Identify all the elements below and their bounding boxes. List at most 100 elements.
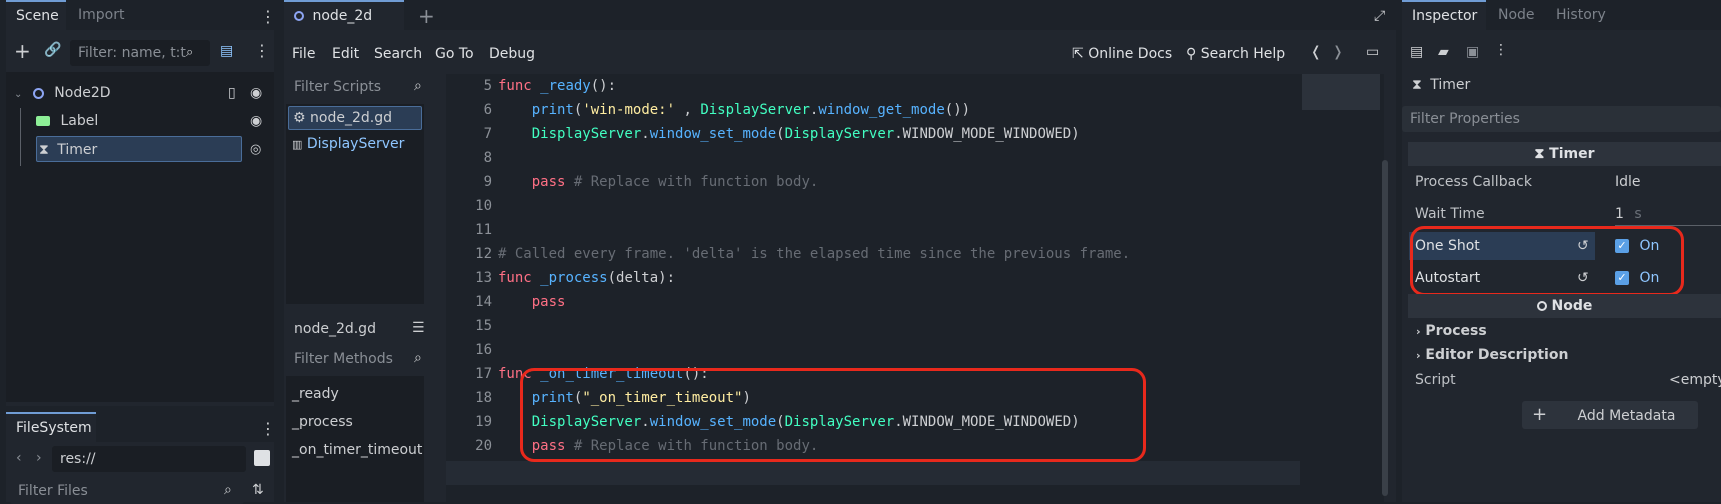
save-icon[interactable]: ▣: [1466, 44, 1479, 60]
history-back-icon[interactable]: ❬: [1310, 44, 1322, 60]
filesystem-menu-icon[interactable]: ⋮: [260, 421, 276, 437]
code-token: func: [498, 78, 532, 94]
search-help-button[interactable]: ⚲ Search Help: [1186, 46, 1285, 62]
tree-item-label: Label: [60, 113, 99, 129]
script-icon[interactable]: ▯: [228, 80, 236, 106]
tab-import[interactable]: Import: [68, 0, 134, 30]
chevron-down-icon[interactable]: ⌄: [14, 89, 22, 100]
tree-item-label: Node2D: [54, 85, 111, 101]
add-metadata-button[interactable]: + Add Metadata: [1522, 401, 1698, 429]
code-line[interactable]: 14 pass: [446, 290, 1384, 314]
signal-icon[interactable]: ◎: [250, 142, 261, 157]
menu-edit[interactable]: Edit: [332, 46, 359, 62]
online-docs-button[interactable]: ⇱ Online Docs: [1072, 46, 1172, 62]
more-options-icon[interactable]: ⋮: [1494, 42, 1508, 58]
menu-debug[interactable]: Debug: [489, 46, 535, 62]
section-node-header[interactable]: Node: [1408, 294, 1721, 318]
split-mode-icon[interactable]: [254, 450, 270, 466]
code-line[interactable]: 6 print('win-mode:' , DisplayServer.wind…: [446, 98, 1384, 122]
code-scrollbar[interactable]: [1382, 160, 1388, 496]
group-label: Process: [1425, 323, 1487, 339]
method-item-ready[interactable]: _ready: [292, 382, 339, 406]
filter-properties-input[interactable]: Filter Properties: [1402, 106, 1721, 132]
back-arrow-icon[interactable]: ‹: [16, 450, 22, 466]
group-editor-description[interactable]: › Editor Description: [1416, 344, 1568, 367]
line-number: 8: [483, 150, 492, 166]
search-icon: ⌕: [414, 350, 422, 366]
minimap[interactable]: [1302, 74, 1380, 110]
add-script-icon[interactable]: ▤: [220, 44, 233, 58]
wait-time-input[interactable]: 1 s: [1615, 200, 1721, 228]
tab-filesystem[interactable]: FileSystem: [6, 412, 96, 442]
tree-item-label-node[interactable]: Label ◉: [36, 108, 288, 134]
prop-wait-time: Wait Time 1 s: [1407, 200, 1721, 228]
object-bar[interactable]: ⧗ Timer: [1406, 72, 1721, 98]
tree-item-timer[interactable]: ⧗ Timer: [36, 136, 242, 162]
section-timer-header[interactable]: ⧗ Timer: [1408, 142, 1721, 166]
new-tab-icon[interactable]: +: [418, 4, 435, 28]
tab-node-2d[interactable]: node_2d ✕: [284, 0, 404, 52]
filter-files-input[interactable]: Filter Files: [10, 478, 244, 504]
code-line[interactable]: 12 # Called every frame. 'delta' is the e…: [446, 242, 1384, 266]
code-line[interactable]: 13 func _process(delta):: [446, 266, 1384, 290]
add-node-icon[interactable]: +: [14, 41, 31, 61]
forward-arrow-icon[interactable]: ›: [36, 450, 42, 466]
menu-file[interactable]: File: [292, 46, 315, 62]
line-number: 9: [483, 174, 492, 190]
script-value[interactable]: <empty>: [1669, 366, 1721, 394]
sort-icon[interactable]: ⇅: [252, 482, 264, 498]
method-item-on-timer-timeout[interactable]: _on_timer_timeout: [292, 438, 422, 462]
search-icon: ⌕: [414, 78, 422, 94]
group-process[interactable]: › Process: [1416, 320, 1487, 343]
visibility-eye-icon[interactable]: ◉: [250, 80, 262, 106]
filter-scripts-input[interactable]: Filter Scripts: [286, 74, 424, 100]
code-line[interactable]: 5 func _ready():: [446, 74, 1384, 98]
code-line[interactable]: 8: [446, 146, 1384, 170]
code-token: window_get_mode: [818, 102, 945, 118]
new-resource-icon[interactable]: ▤: [1410, 44, 1423, 60]
path-field[interactable]: res://: [52, 446, 246, 472]
code-line[interactable]: 11: [446, 218, 1384, 242]
method-item-process[interactable]: _process: [292, 410, 353, 434]
float-window-icon[interactable]: ▭: [1366, 44, 1379, 60]
filter-methods-input[interactable]: Filter Methods: [286, 346, 424, 372]
code-line[interactable]: 10: [446, 194, 1384, 218]
link-icon[interactable]: 🔗: [44, 43, 61, 57]
tree-line: [20, 108, 21, 166]
process-callback-select[interactable]: Idle: [1615, 168, 1641, 196]
tab-scene[interactable]: Scene: [6, 0, 66, 30]
code-text: func _ready():: [498, 74, 616, 98]
tab-history[interactable]: History: [1546, 0, 1616, 30]
scene-dock-menu-icon[interactable]: ⋮: [260, 9, 276, 25]
plus-icon: +: [1532, 404, 1548, 425]
code-line[interactable]: 15: [446, 314, 1384, 338]
code-token: .WINDOW_MODE_WINDOWED): [894, 126, 1080, 142]
sort-methods-icon[interactable]: ☰: [412, 320, 425, 336]
fullscreen-icon[interactable]: ⤢: [1374, 8, 1385, 24]
history-forward-icon[interactable]: ❭: [1332, 44, 1344, 60]
code-line[interactable]: 16: [446, 338, 1384, 362]
open-folder-icon[interactable]: ▰: [1438, 44, 1449, 60]
tab-inspector[interactable]: Inspector: [1402, 0, 1486, 30]
tab-node[interactable]: Node: [1488, 0, 1542, 30]
line-number: 12: [475, 246, 492, 262]
menu-search[interactable]: Search: [374, 46, 422, 62]
section-title: Timer: [1549, 146, 1595, 162]
script-item-displayserver[interactable]: ▥ DisplayServer: [288, 132, 422, 156]
code-line[interactable]: 9 pass # Replace with function body.: [446, 170, 1384, 194]
menu-goto[interactable]: Go To: [435, 46, 474, 62]
hourglass-icon: ⧗: [39, 142, 49, 158]
scene-more-icon[interactable]: ⋮: [254, 43, 270, 59]
object-name: Timer: [1430, 77, 1471, 93]
tree-item-node2d[interactable]: ⌄ Node2D ▯ ◉: [14, 80, 266, 106]
online-docs-label: Online Docs: [1088, 46, 1173, 62]
code-token: # Replace with function body.: [565, 174, 819, 190]
prop-script: Script <empty>: [1407, 366, 1721, 394]
highlight-box-timeout-func: [520, 368, 1146, 462]
script-item-node-2d[interactable]: ⚙ node_2d.gd: [288, 106, 422, 130]
code-line[interactable]: 7 DisplayServer.window_set_mode(DisplayS…: [446, 122, 1384, 146]
visibility-eye-icon[interactable]: ◉: [250, 108, 262, 134]
chevron-right-icon: ›: [1416, 325, 1421, 338]
code-token: pass: [531, 174, 566, 190]
